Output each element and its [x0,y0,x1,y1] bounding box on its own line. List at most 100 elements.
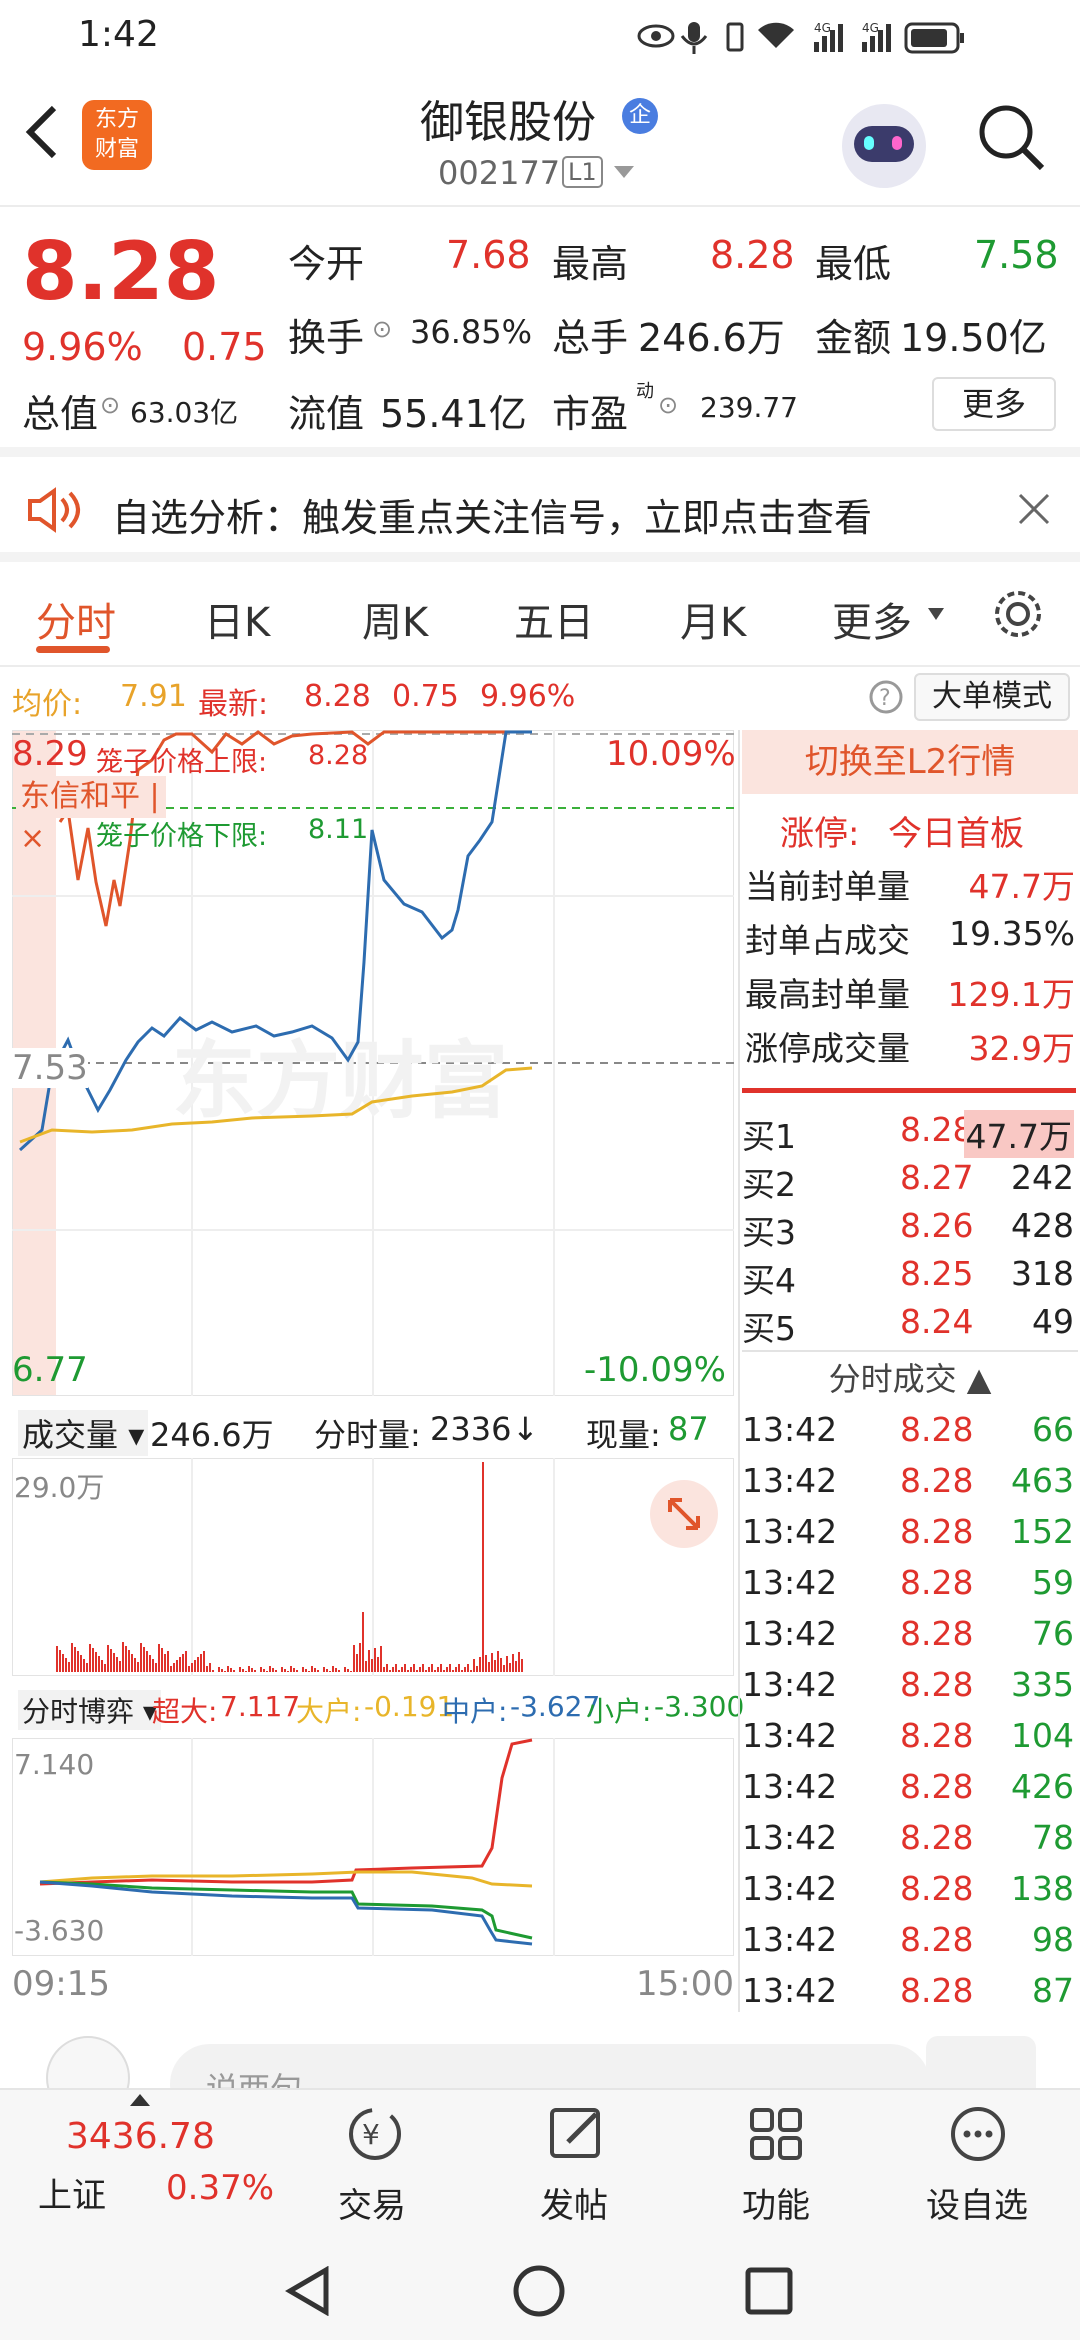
volume-bar [137,1662,139,1672]
trades-title[interactable]: 分时成交 ▲ [742,1354,1078,1404]
tab-intraday[interactable]: 分时 [36,590,116,648]
caret-up-icon [130,2094,150,2106]
nav-home-icon[interactable] [512,2264,566,2318]
change-amt: 0.75 [182,325,267,369]
info-icon[interactable]: ⊙ [372,315,392,343]
gear-icon[interactable] [990,586,1046,642]
post-label[interactable]: 发帖 [540,2178,608,2227]
trade-time: 13:42 [742,1563,838,1602]
volume-bar [224,1671,226,1672]
sig2-text: 4G [862,21,879,35]
volume-bar [362,1612,364,1672]
expand-button[interactable] [650,1480,718,1548]
volume-bar [83,1659,85,1672]
volume-bar [209,1663,211,1672]
mcap-value: 63.03亿 [130,396,239,429]
tab-five-day[interactable]: 五日 [514,590,594,648]
stat-value: 47.7万 [968,867,1075,906]
time-start: 09:15 [12,1964,110,2004]
more-button[interactable]: 更多 [932,377,1056,431]
volume-bar [158,1644,160,1672]
vol-label: 总手 [552,316,629,360]
robot-avatar[interactable] [842,104,926,188]
trade-qty: 104 [1011,1716,1074,1755]
search-icon[interactable] [976,102,1048,174]
price-chart[interactable]: 东方财富 8.29 笼子价格上限: 8.28 东信和平 | × 笼子价格下限: … [12,730,736,1396]
volume-bar [407,1670,409,1672]
big-order-mode-button[interactable]: 大单模式 [914,673,1070,721]
mid-label: 中户: [442,1695,508,1728]
bid-row[interactable]: 买1 8.28 47.7万 [742,1110,1078,1158]
bid-row[interactable]: 买5 8.24 49 [742,1302,1078,1350]
super-label: 超大: [152,1695,218,1728]
danmu-button[interactable] [926,2036,1036,2088]
index-value[interactable]: 3436.78 [66,2116,215,2157]
tab-monthly-k[interactable]: 月K [680,590,746,648]
volume-bar [119,1661,121,1672]
eastmoney-logo[interactable]: 东方 财富 [82,100,152,170]
mcap-label: 总值 [22,392,99,436]
limit-text: 今日首板 [888,814,1024,854]
switch-l2-button[interactable]: 切换至L2行情 [742,730,1078,794]
volume-bar [194,1660,196,1672]
comment-input[interactable]: 说两句... [170,2044,930,2088]
volume-bar [149,1655,151,1672]
trade-row: 13:42 8.28 98 [742,1920,1078,1971]
trade-time: 13:42 [742,1614,838,1653]
bid-qty: 49 [1032,1302,1074,1341]
nav-recents-icon[interactable] [744,2266,794,2316]
trade-row: 13:42 8.28 426 [742,1767,1078,1818]
function-icon[interactable] [746,2104,806,2164]
open-value: 7.68 [446,233,531,277]
volume-bar [380,1646,382,1672]
volume-bar [479,1657,481,1672]
back-icon[interactable] [22,102,62,162]
add-watchlist-label[interactable]: 设自选 [926,2178,1028,2227]
index-pct[interactable]: 0.37% [166,2168,274,2208]
game-selector[interactable]: 分时博弈 ▾ [18,1690,161,1730]
trades-divider [742,1350,1078,1352]
broker-tag[interactable]: 东信和平 | × [16,776,166,856]
nav-back-icon[interactable] [284,2266,332,2316]
index-name[interactable]: 上证 [38,2168,106,2217]
alert-bar[interactable]: 自选分析：触发重点关注信号，立即点击查看 [0,457,1080,562]
post-icon[interactable] [546,2104,606,2164]
volume-header: 成交量 ▾ 246.6万 分时量: 2336 ↓ 现量: 87 [12,1400,734,1456]
svg-text:?: ? [879,686,891,711]
level-dropdown-icon[interactable] [612,164,636,180]
trade-qty: 426 [1011,1767,1074,1806]
help-icon[interactable]: ? [868,679,904,715]
volume-bar [128,1650,130,1672]
level-badge[interactable]: L1 [562,156,603,188]
super-line [39,1738,533,1886]
game-chart[interactable]: 7.140 -3.630 [12,1738,734,1956]
info-icon[interactable]: ⊙ [658,391,678,419]
add-watchlist-icon[interactable] [948,2104,1008,2164]
volume-bar [458,1664,460,1672]
comment-icon[interactable] [46,2036,130,2088]
bid-row[interactable]: 买4 8.25 318 [742,1254,1078,1302]
trade-row: 13:42 8.28 104 [742,1716,1078,1767]
volume-bar [311,1666,313,1672]
volume-bar [200,1654,202,1672]
tab-more[interactable]: 更多 [832,590,912,648]
info-icon[interactable]: ⊙ [100,391,120,419]
tab-weekly-k[interactable]: 周K [362,590,428,648]
volume-bar [230,1668,232,1672]
trade-qty: 66 [1032,1410,1074,1449]
tab-daily-k[interactable]: 日K [204,590,270,648]
latest-value: 8.28 [304,679,371,714]
trade-time: 13:42 [742,1716,838,1755]
volume-selector[interactable]: 成交量 ▾ [18,1410,149,1456]
function-label[interactable]: 功能 [742,2178,810,2227]
trade-label[interactable]: 交易 [338,2178,406,2227]
volume-bar [113,1653,115,1672]
bid-row[interactable]: 买2 8.27 242 [742,1158,1078,1206]
close-icon[interactable] [1018,493,1050,525]
trade-icon[interactable]: ¥ [342,2104,408,2164]
latest-label: 最新: [198,687,269,722]
volume-bar [332,1666,334,1672]
volume-chart[interactable]: 29.0万 [12,1458,734,1676]
bid-row[interactable]: 买3 8.26 428 [742,1206,1078,1254]
volume-bar [164,1654,166,1672]
